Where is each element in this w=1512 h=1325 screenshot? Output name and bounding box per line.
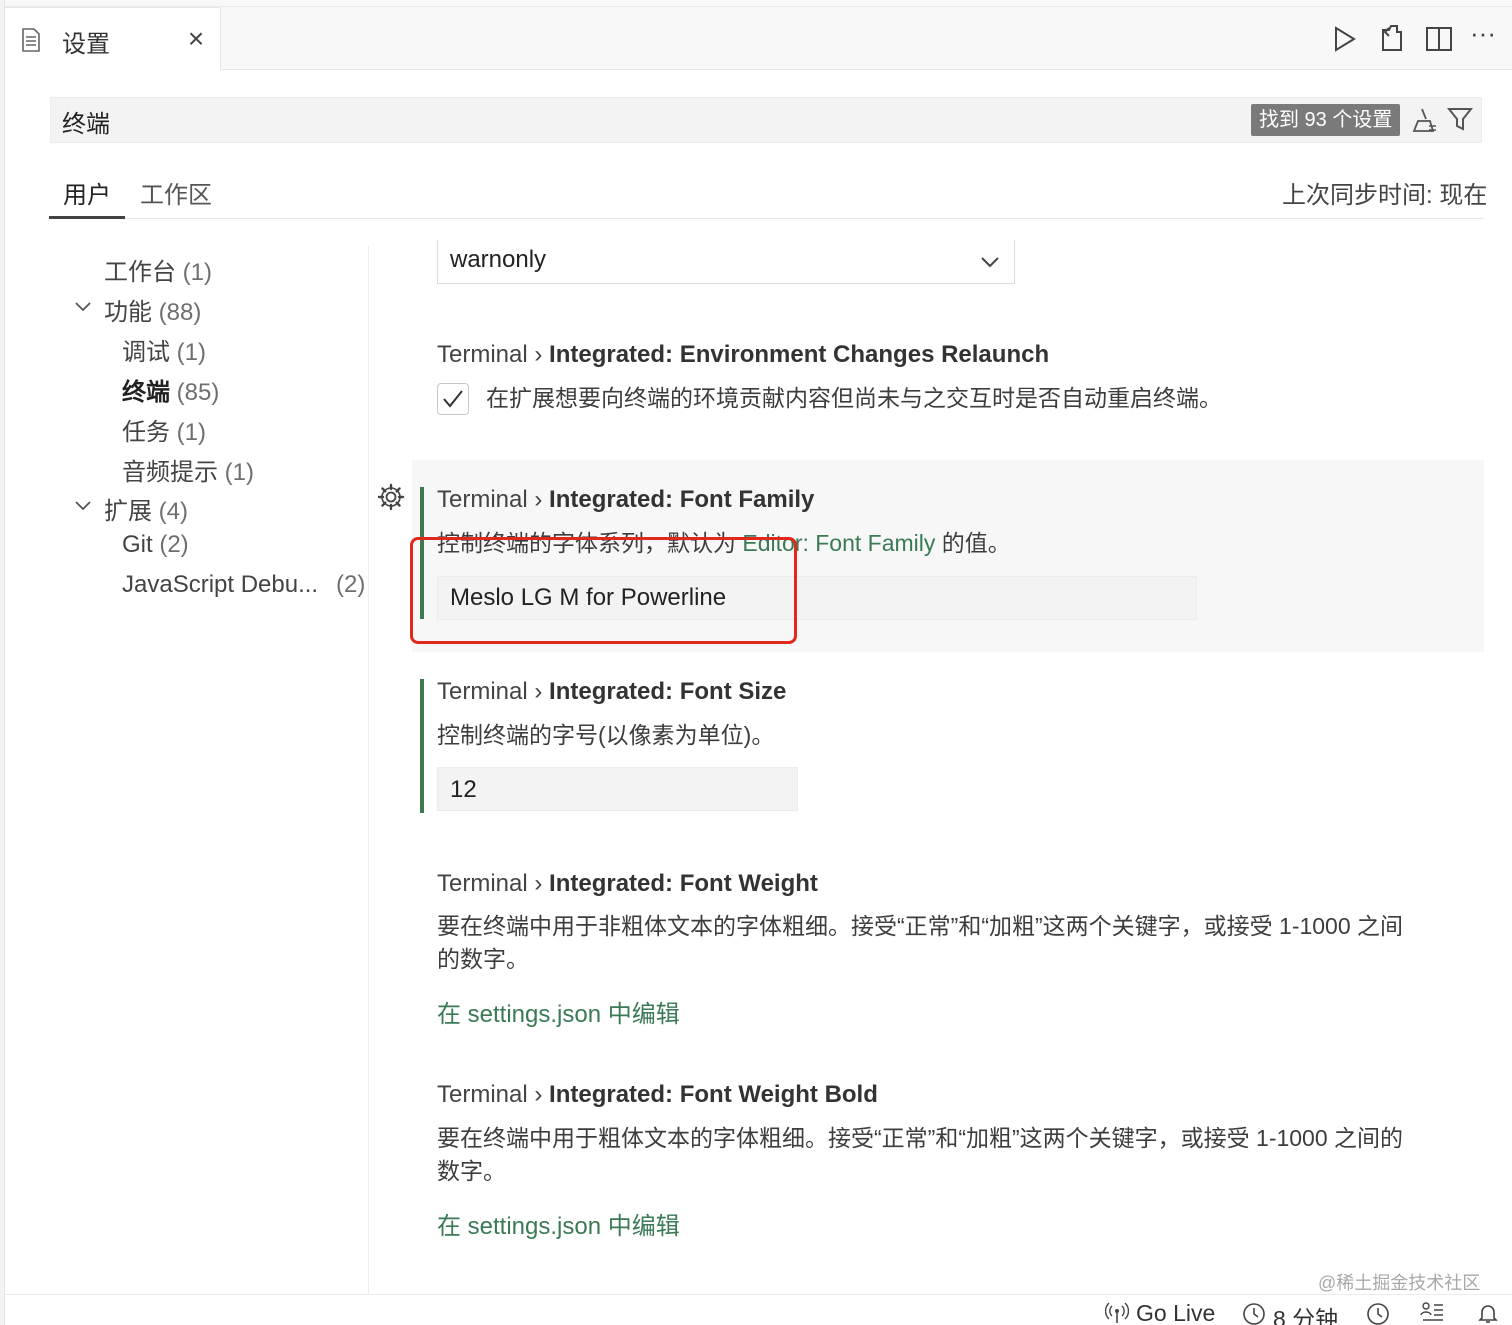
scope-divider bbox=[49, 218, 1483, 219]
check-icon bbox=[443, 390, 463, 408]
chevron-down-icon[interactable] bbox=[73, 297, 93, 317]
accounts-feedback-icon[interactable] bbox=[1420, 1301, 1446, 1325]
setting-title: Terminal › Integrated: Font Size bbox=[437, 678, 787, 705]
watermark: @稀土掘金技术社区 bbox=[1318, 1273, 1481, 1293]
clock-icon bbox=[1243, 1303, 1265, 1325]
gear-icon[interactable] bbox=[376, 482, 406, 512]
setting-description: 控制终端的字号(以像素为单位)。 bbox=[437, 722, 775, 748]
edit-in-settings-json-link[interactable]: 在 settings.json 中编辑 bbox=[437, 994, 680, 1029]
setting-description: 在扩展想要向终端的环境贡献内容但尚未与之交互时是否自动重启终端。 bbox=[486, 385, 1222, 411]
font-size-input[interactable] bbox=[437, 767, 798, 811]
clear-filter-icon[interactable] bbox=[1410, 105, 1438, 135]
editor-tab-bar bbox=[5, 7, 1512, 70]
toc-item-js-debugger[interactable]: JavaScript Debu... bbox=[122, 571, 318, 599]
setting-title: Terminal › Integrated: Font Weight Bold bbox=[437, 1081, 878, 1108]
split-editor-icon[interactable] bbox=[1422, 22, 1456, 56]
edit-in-settings-json-link[interactable]: 在 settings.json 中编辑 bbox=[437, 1206, 680, 1241]
active-tab-indicator bbox=[49, 216, 125, 219]
result-count-badge: 找到 93 个设置 bbox=[1251, 104, 1401, 136]
broadcast-icon bbox=[1105, 1302, 1129, 1323]
setting-description: 要在终端中用于非粗体文本的字体粗细。接受“正常”和“加粗”这两个关键字，或接受 … bbox=[437, 913, 1404, 939]
select-value: warnonly bbox=[450, 246, 547, 273]
close-icon[interactable]: × bbox=[183, 24, 209, 54]
setting-title: Terminal › Integrated: Font Weight bbox=[437, 870, 818, 897]
font-size-value: 12 bbox=[450, 776, 477, 803]
window-top-edge bbox=[0, 0, 1512, 7]
chevron-down-icon[interactable] bbox=[73, 496, 93, 516]
toc-item-git[interactable]: Git (2) bbox=[122, 531, 189, 559]
modified-indicator bbox=[420, 679, 424, 813]
toc-item-debug[interactable]: 调试 (1) bbox=[122, 332, 206, 367]
relaunch-checkbox[interactable] bbox=[437, 383, 469, 415]
last-sync-time: 上次同步时间: 现在 bbox=[1282, 182, 1488, 209]
open-settings-json-icon[interactable] bbox=[1375, 22, 1409, 56]
tab-user[interactable]: 用户 bbox=[63, 175, 111, 210]
tab-workspace[interactable]: 工作区 bbox=[140, 175, 212, 210]
file-icon bbox=[22, 28, 40, 52]
run-icon[interactable] bbox=[1327, 22, 1361, 56]
more-actions-icon[interactable]: ··· bbox=[1470, 18, 1496, 49]
activity-edge bbox=[0, 0, 5, 1325]
toc-item-features[interactable]: 功能 (88) bbox=[104, 292, 201, 327]
setting-description: 的数字。 bbox=[437, 946, 529, 972]
toc-item-terminal[interactable]: 终端 (85) bbox=[122, 372, 219, 407]
chevron-down-icon bbox=[981, 257, 999, 268]
vscode-window: { "tab": {"label": "设置", "close_symbol":… bbox=[0, 0, 1512, 1325]
toc-item-workbench[interactable]: 工作台 (1) bbox=[104, 252, 212, 287]
tab-label: 设置 bbox=[62, 31, 110, 58]
toc-item-tasks[interactable]: 任务 (1) bbox=[122, 412, 206, 447]
setting-description: 数字。 bbox=[437, 1158, 506, 1184]
search-query: 终端 bbox=[62, 111, 110, 138]
toc-item-extensions[interactable]: 扩展 (4) bbox=[104, 491, 188, 526]
highlight-annotation-box bbox=[410, 537, 797, 644]
timer-text[interactable]: 8 分钟 bbox=[1273, 1300, 1338, 1325]
setting-title: Terminal › Integrated: Environment Chang… bbox=[437, 341, 1050, 368]
history-icon[interactable] bbox=[1366, 1302, 1390, 1325]
go-live-button[interactable]: Go Live bbox=[1136, 1300, 1215, 1325]
filter-icon[interactable] bbox=[1446, 104, 1474, 134]
toc-divider bbox=[368, 246, 369, 1294]
bell-icon[interactable] bbox=[1476, 1301, 1500, 1325]
setting-description: 要在终端中用于粗体文本的字体粗细。接受“正常”和“加粗”这两个关键字，或接受 1… bbox=[437, 1125, 1404, 1151]
toc-item-audio-cues[interactable]: 音频提示 (1) bbox=[122, 452, 254, 487]
toc-item-js-debugger-count: (2) bbox=[336, 571, 366, 598]
setting-title: Terminal › Integrated: Font Family bbox=[437, 486, 815, 513]
